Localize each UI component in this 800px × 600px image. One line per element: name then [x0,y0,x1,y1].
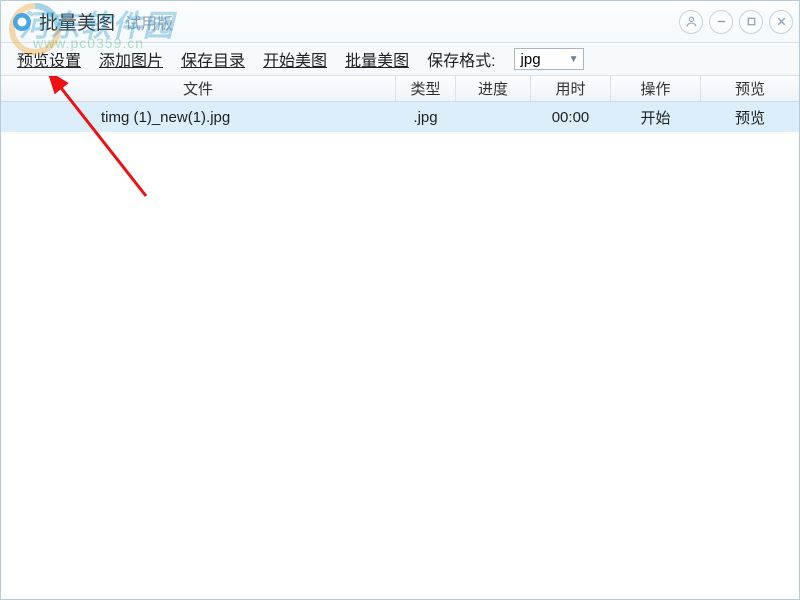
app-window: 河东软件园 www.pc0359.cn 批量美图 试用版 预览设置 添加图片 保… [0,0,800,600]
app-icon [11,11,33,33]
save-format-value: jpg [521,51,541,68]
cell-type: .jpg [396,102,456,132]
column-preview[interactable]: 预览 [701,76,799,101]
title-bar: 批量美图 试用版 [1,1,799,43]
column-type[interactable]: 类型 [396,76,456,101]
cell-time: 00:00 [531,102,611,132]
user-icon[interactable] [679,10,703,34]
table-body: timg (1)_new(1).jpg.jpg 00:00开始预览 [1,102,799,599]
cell-progress [456,102,531,132]
maximize-icon[interactable] [739,10,763,34]
cell-file: timg (1)_new(1).jpg [1,102,396,132]
toolbar: 预览设置 添加图片 保存目录 开始美图 批量美图 保存格式: jpg ▼ [1,43,799,76]
close-icon[interactable] [769,10,793,34]
column-operate[interactable]: 操作 [611,76,701,101]
cell-operate-button[interactable]: 开始 [611,102,701,132]
table-header: 文件 类型 进度 用时 操作 预览 [1,76,799,102]
preview-settings-button[interactable]: 预览设置 [17,47,81,71]
table-row[interactable]: timg (1)_new(1).jpg.jpg 00:00开始预览 [1,102,799,132]
add-images-button[interactable]: 添加图片 [99,47,163,71]
cell-preview-button[interactable]: 预览 [701,102,799,132]
minimize-icon[interactable] [709,10,733,34]
save-format-label: 保存格式: [427,47,495,71]
column-file[interactable]: 文件 [1,76,396,101]
column-time[interactable]: 用时 [531,76,611,101]
save-directory-button[interactable]: 保存目录 [181,47,245,71]
start-beautify-button[interactable]: 开始美图 [263,47,327,71]
chevron-down-icon: ▼ [569,54,579,65]
save-format-select[interactable]: jpg ▼ [514,48,584,70]
app-subtitle: 试用版 [125,10,173,34]
column-progress[interactable]: 进度 [456,76,531,101]
batch-beautify-button[interactable]: 批量美图 [345,47,409,71]
app-title: 批量美图 [39,8,115,35]
